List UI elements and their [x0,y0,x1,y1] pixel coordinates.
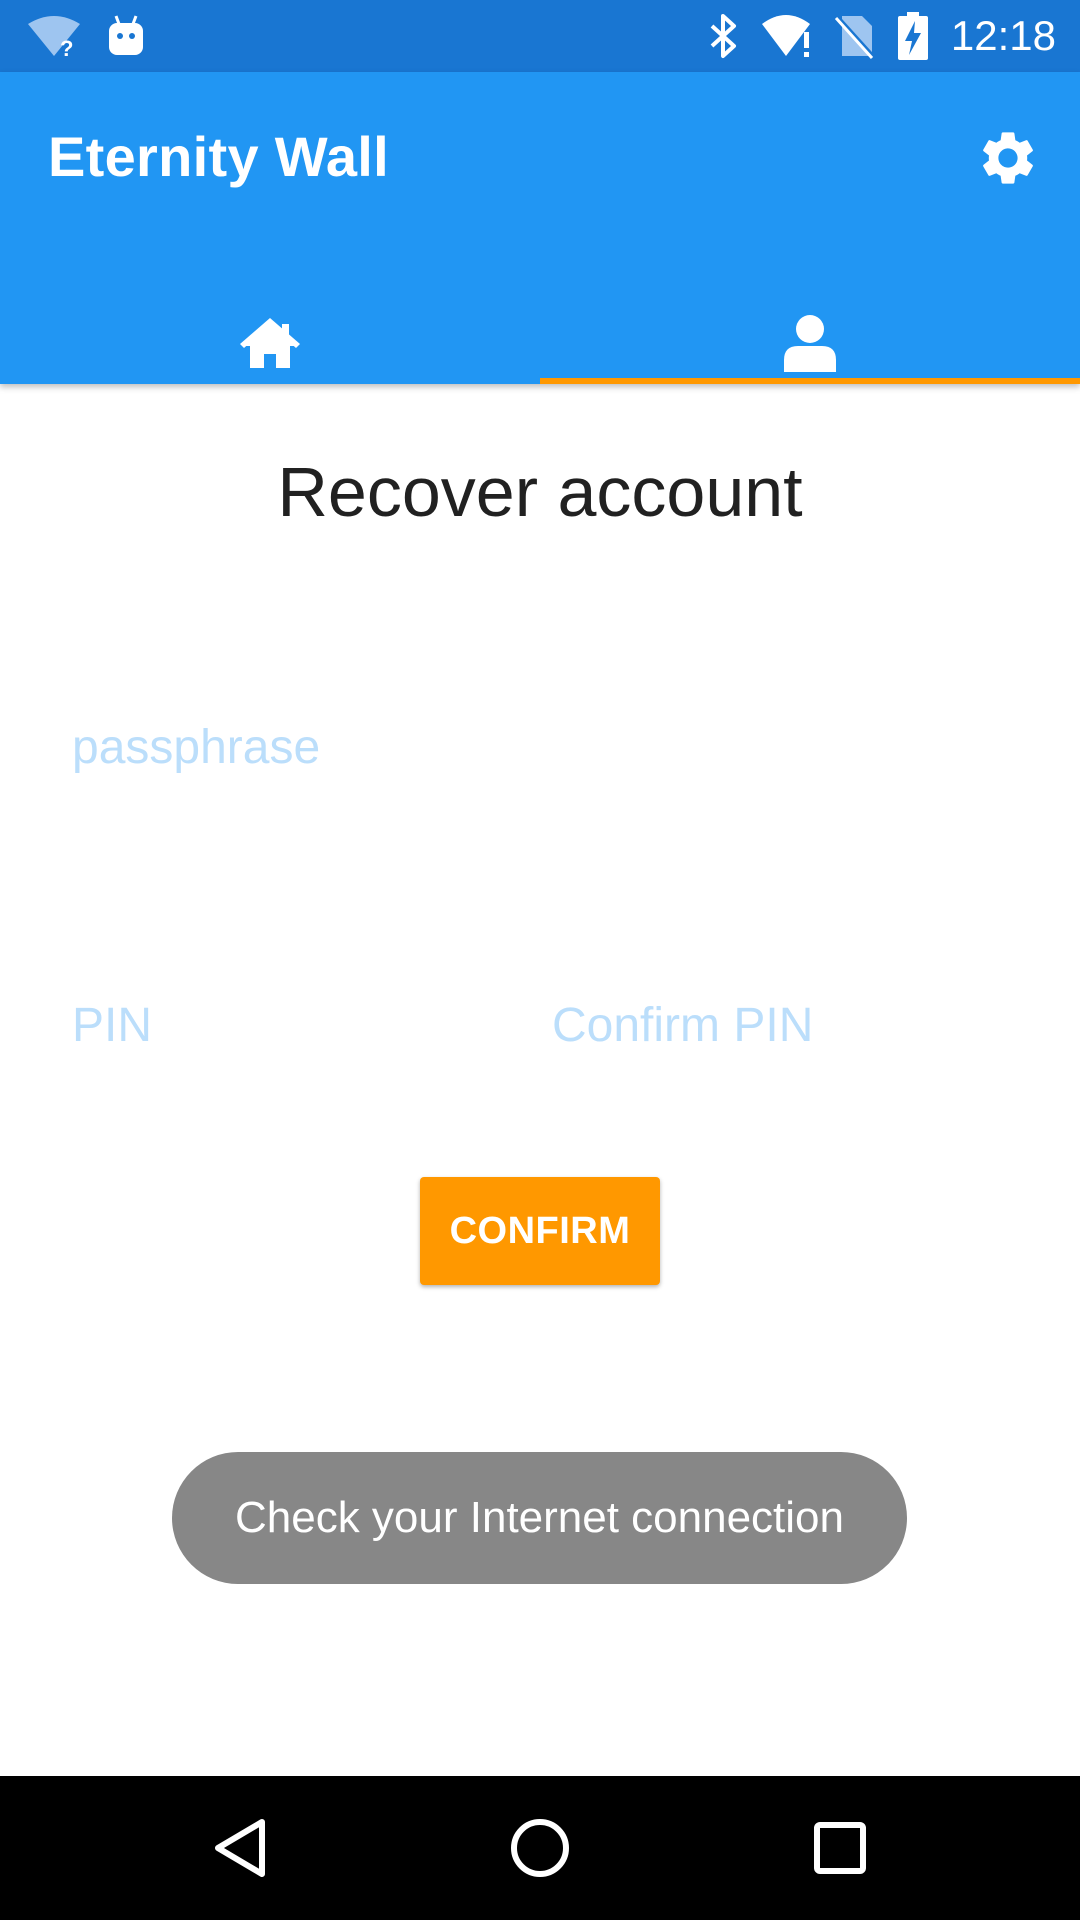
gear-icon [983,132,1033,184]
recents-icon [814,1822,866,1874]
passphrase-field[interactable]: passphrase [72,720,320,775]
wifi-unknown-icon: ? [26,12,82,60]
tab-home[interactable] [0,304,540,384]
confirm-button[interactable]: CONFIRM [420,1177,660,1285]
home-circle-icon [511,1819,569,1877]
app-bar: Eternity Wall [0,72,1080,384]
navigation-bar [0,1776,1080,1920]
tab-bar [0,304,1080,384]
app-title: Eternity Wall [48,125,389,188]
status-bar: ? 12:18 [0,0,1080,72]
status-clock: 12:18 [950,12,1056,59]
svg-text:?: ? [60,36,73,58]
back-button[interactable] [204,1812,276,1884]
battery-charging-icon [896,12,930,60]
pin-field[interactable]: PIN [72,998,152,1053]
confirm-pin-field[interactable]: Confirm PIN [552,998,813,1053]
android-debug-icon [106,12,146,60]
settings-button[interactable] [972,122,1044,194]
bluetooth-icon [706,12,740,60]
home-nav-button[interactable] [504,1812,576,1884]
tab-indicator [540,378,1080,384]
recents-button[interactable] [804,1812,876,1884]
no-sim-icon [832,12,876,60]
wifi-alert-icon [760,12,816,60]
tab-account[interactable] [540,304,1080,384]
page-title: Recover account [277,453,803,531]
toast-message: Check your Internet connection [172,1452,907,1584]
person-icon [784,315,836,372]
back-icon [215,1819,265,1877]
home-icon [240,318,300,368]
